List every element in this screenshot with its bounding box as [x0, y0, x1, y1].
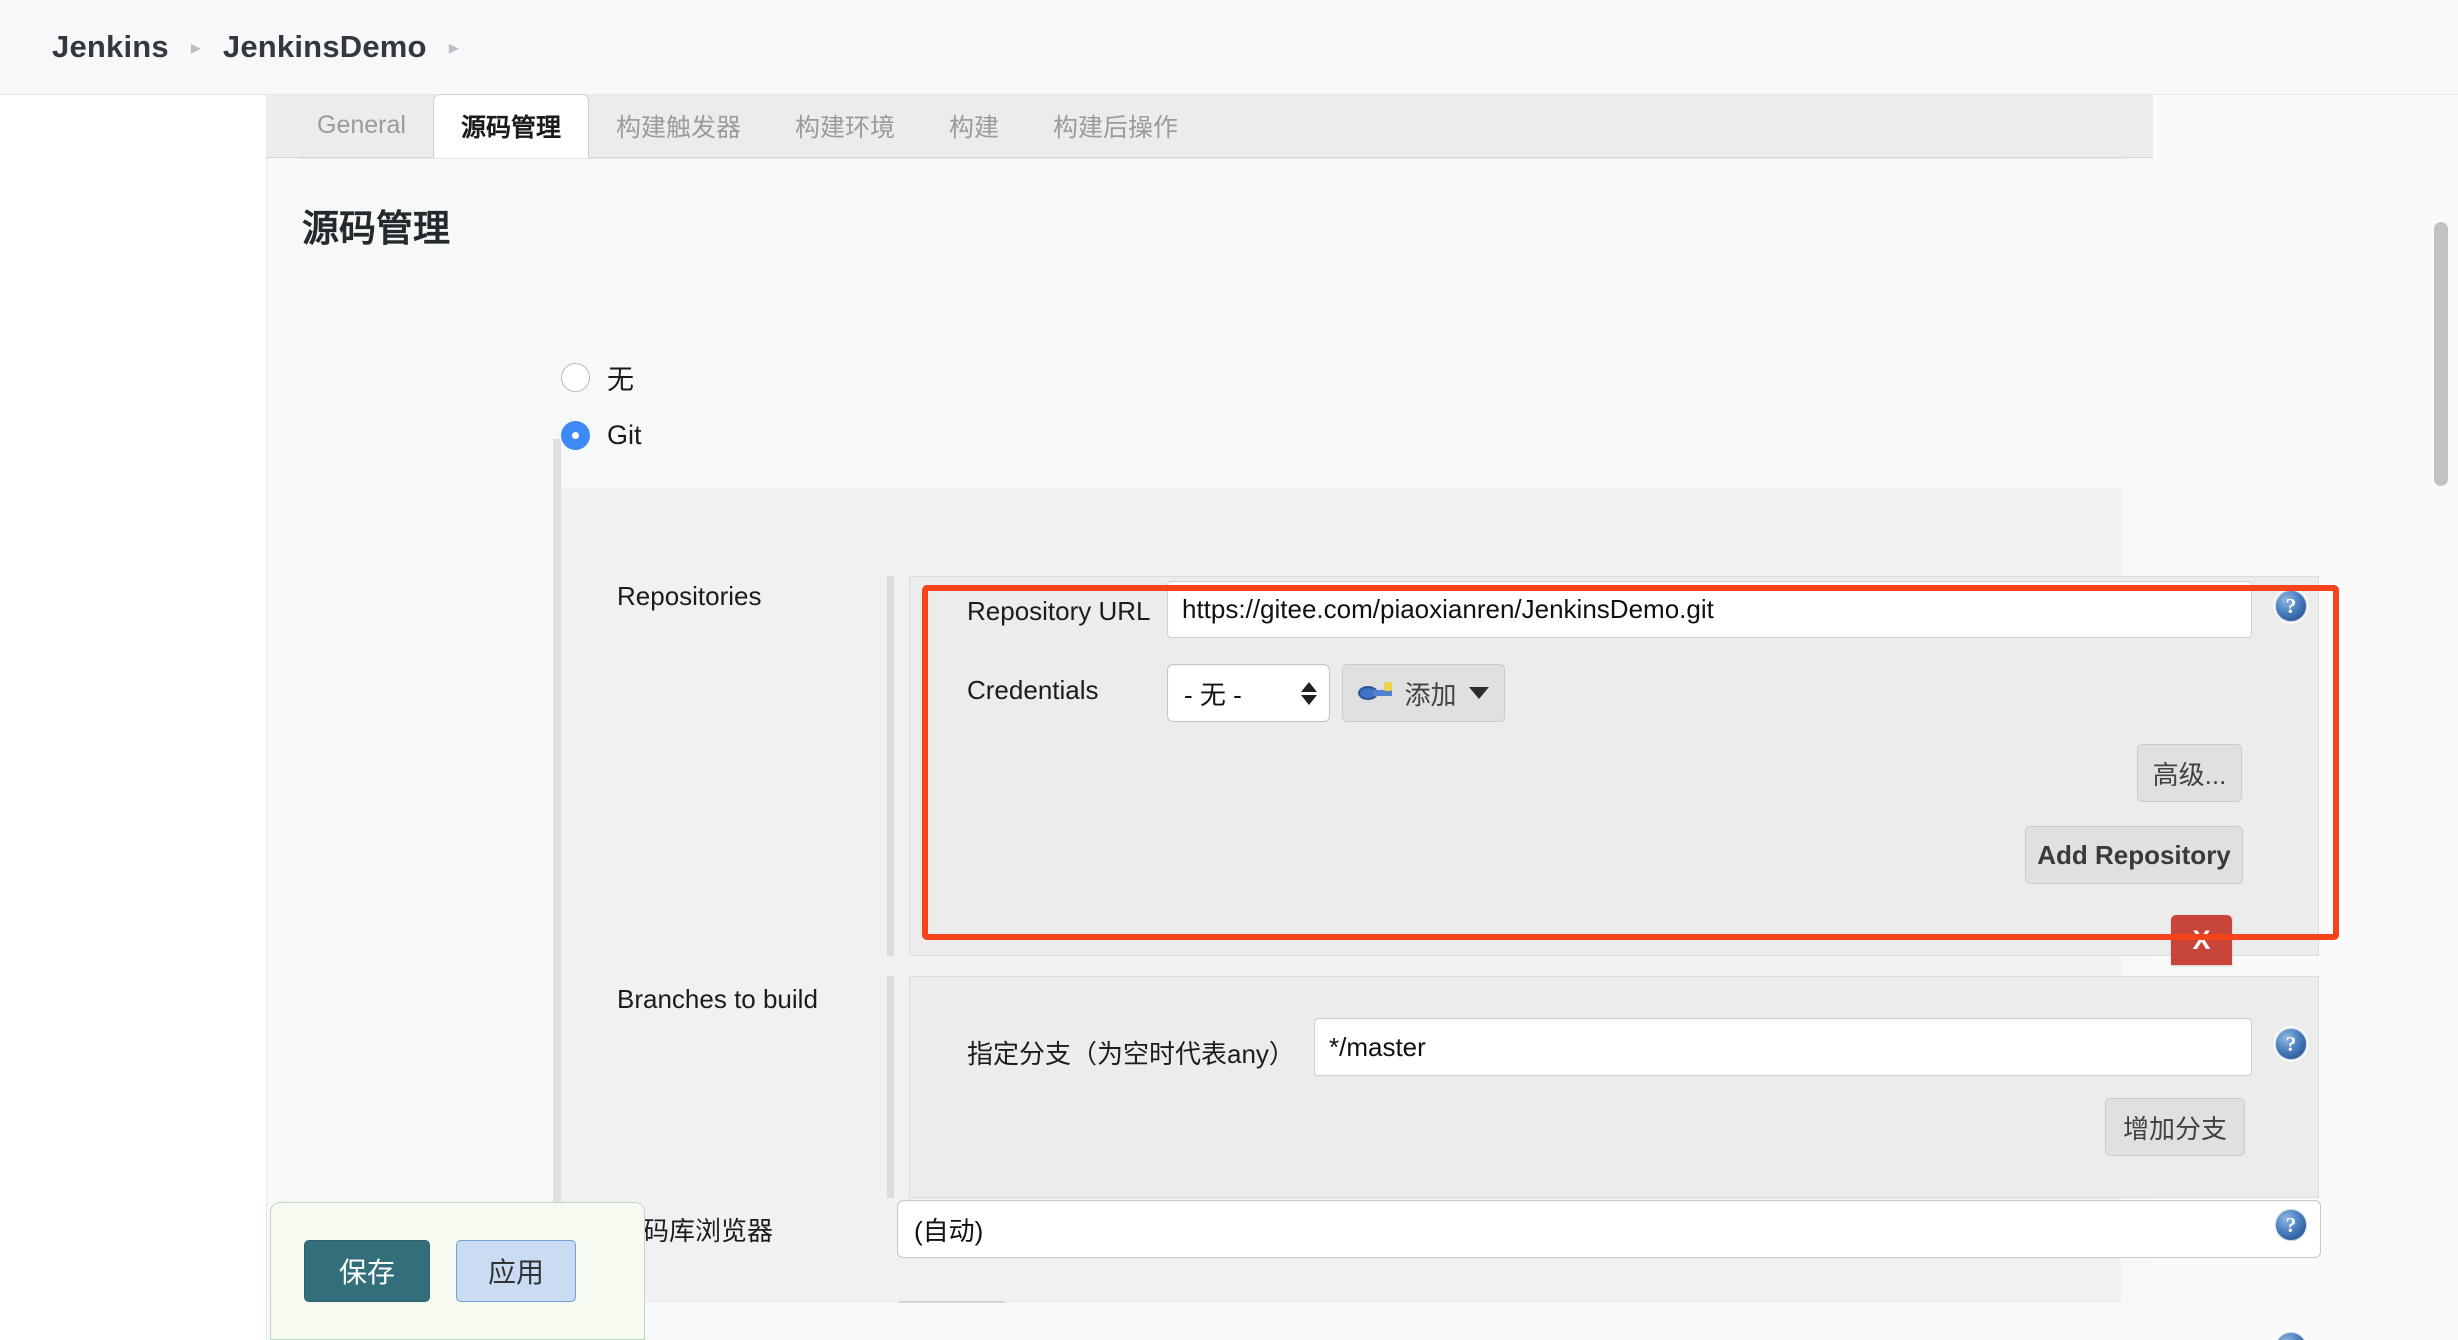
scm-option-none-label: 无: [607, 364, 634, 395]
divider: [297, 158, 2123, 159]
breadcrumb-item-jenkinsdemo[interactable]: JenkinsDemo: [223, 29, 427, 65]
repository-url-input[interactable]: https://gitee.com/piaoxianren/JenkinsDem…: [1167, 581, 2252, 638]
save-button[interactable]: 保存: [304, 1240, 430, 1302]
page-title: 源码管理: [302, 208, 450, 249]
add-credentials-button[interactable]: 添加: [1342, 664, 1505, 722]
breadcrumb-item-jenkins[interactable]: Jenkins: [52, 29, 169, 65]
add-repository-button[interactable]: Add Repository: [2025, 826, 2243, 884]
save-action-bar: 保存 应用: [270, 1202, 645, 1340]
tab-build-environment[interactable]: 构建环境: [768, 94, 922, 157]
radio-none-icon[interactable]: [561, 362, 590, 392]
repository-browser-value: (自动): [914, 1215, 984, 1246]
repository-browser-select[interactable]: (自动): [897, 1200, 2321, 1258]
add-branch-button[interactable]: 增加分支: [2105, 1098, 2245, 1156]
config-content: 源码管理 无 Git Repositories Repository URL h…: [267, 158, 2339, 1340]
branch-specifier-input[interactable]: */master: [1314, 1018, 2252, 1076]
add-credentials-label: 添加: [1404, 679, 1457, 710]
credentials-select-value: - 无 -: [1184, 679, 1242, 710]
radio-git-icon[interactable]: [561, 420, 590, 450]
tab-post-build-actions[interactable]: 构建后操作: [1026, 94, 1205, 157]
config-tabbar: General 源码管理 构建触发器 构建环境 构建 构建后操作: [267, 94, 2153, 158]
tab-source-code-management[interactable]: 源码管理: [432, 94, 589, 158]
tab-general[interactable]: General: [290, 94, 433, 157]
branches-to-build-label: Branches to build: [617, 984, 818, 1014]
left-gutter: [0, 95, 267, 1340]
scm-option-none[interactable]: 无: [561, 348, 2101, 406]
git-settings-backdrop: [561, 488, 2121, 570]
tab-build-triggers[interactable]: 构建触发器: [589, 94, 768, 157]
breadcrumb: Jenkins ▸ JenkinsDemo ▸: [0, 0, 2458, 95]
help-icon-repository-browser[interactable]: ?: [2275, 1209, 2307, 1241]
repositories-label: Repositories: [617, 581, 762, 611]
credentials-label: Credentials: [967, 675, 1099, 705]
help-icon-branch-specifier[interactable]: ?: [2275, 1028, 2307, 1060]
scrollbar-thumb[interactable]: [2434, 222, 2448, 486]
branch-specifier-label: 指定分支（为空时代表any）: [967, 1039, 1295, 1069]
scm-radio-group: 无 Git: [561, 348, 2101, 464]
credentials-select[interactable]: - 无 -: [1167, 664, 1330, 722]
delete-branch-button[interactable]: X: [2171, 915, 2232, 965]
stepper-icon[interactable]: [1301, 681, 1317, 705]
repositories-rail: [887, 576, 894, 956]
scm-option-git-label: Git: [607, 419, 642, 450]
repository-url-label: Repository URL: [967, 596, 1151, 626]
branches-rail: [887, 976, 894, 1198]
tab-build[interactable]: 构建: [922, 94, 1026, 157]
apply-button[interactable]: 应用: [456, 1240, 576, 1302]
config-panel: General 源码管理 构建触发器 构建环境 构建 构建后操作 源码管理 无 …: [267, 94, 2339, 1340]
chevron-down-icon: [1468, 687, 1489, 699]
branches-panel: [909, 976, 2319, 1198]
help-icon-repository-url[interactable]: ?: [2275, 590, 2307, 622]
branches-group: [887, 976, 2321, 1198]
breadcrumb-separator-icon: ▸: [448, 37, 459, 59]
key-icon: [1358, 682, 1393, 704]
breadcrumb-separator-icon: ▸: [190, 37, 201, 59]
advanced-button[interactable]: 高级...: [2137, 744, 2242, 802]
scm-option-git[interactable]: Git: [561, 406, 2101, 464]
